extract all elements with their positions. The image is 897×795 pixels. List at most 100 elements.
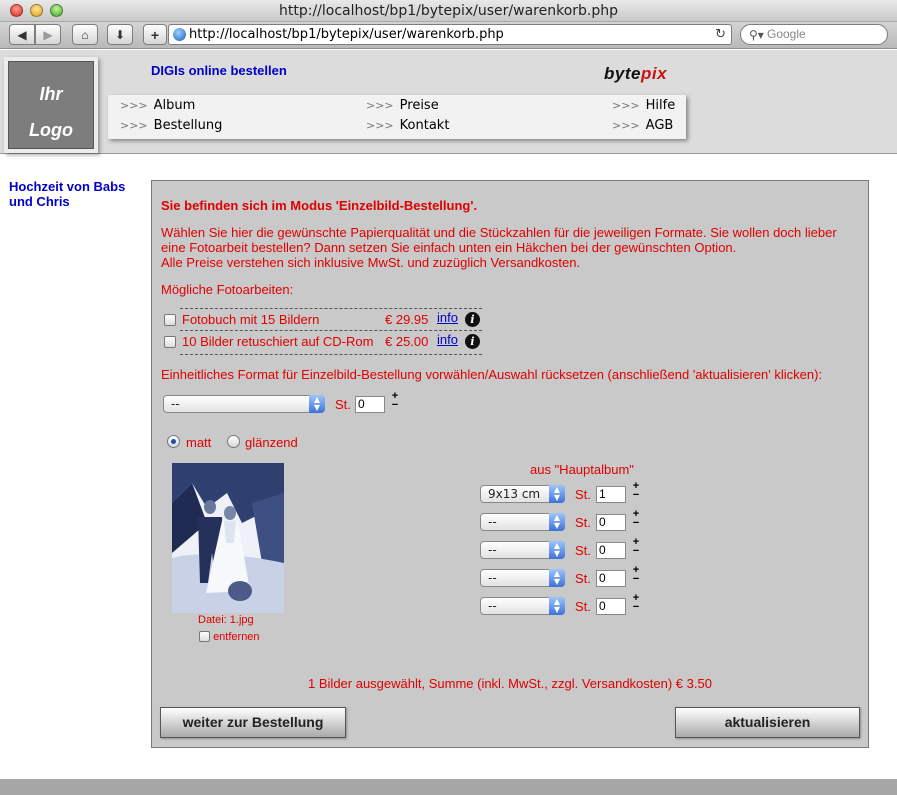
option-checkbox-fotobuch[interactable] xyxy=(164,314,176,326)
main-navigation: >>> Album >>> Preise >>> Hilfe >>> Bestellun… xyxy=(108,95,686,139)
global-qty-stepper[interactable]: + − xyxy=(390,391,400,412)
divider xyxy=(180,308,482,309)
remove-photo-checkbox[interactable] xyxy=(199,631,210,642)
format-value: -- xyxy=(488,543,497,557)
global-format-select[interactable]: -- ▲ ▼ xyxy=(163,395,325,413)
format-value: -- xyxy=(488,571,497,585)
plus-icon: + xyxy=(150,26,160,43)
global-qty-input[interactable]: 0 xyxy=(355,396,385,413)
brand-logo: bytepix xyxy=(604,64,667,84)
home-icon: ⌂ xyxy=(81,27,89,42)
brand-left: byte xyxy=(604,64,641,83)
intro-paragraph: Wählen Sie hier die gewünschte Papierqua… xyxy=(161,225,837,255)
remove-photo-label: entfernen xyxy=(213,631,260,643)
nav-kontakt[interactable]: >>> Kontakt xyxy=(366,118,449,133)
window-title: http://localhost/bp1/bytepix/user/warenk… xyxy=(278,3,619,19)
global-format-label: Einheitliches Format für Einzelbild-Best… xyxy=(161,367,823,382)
window-titlebar: http://localhost/bp1/bytepix/user/warenk… xyxy=(0,0,897,22)
option-checkbox-retusche[interactable] xyxy=(164,336,176,348)
nav-hilfe[interactable]: >>> Hilfe xyxy=(612,98,675,113)
format-value: -- xyxy=(488,599,497,613)
reload-icon[interactable]: ↻ xyxy=(715,25,726,44)
site-logo[interactable]: Ihr Logo xyxy=(4,57,98,153)
qty-label: St. xyxy=(575,487,591,502)
format-qty-input-4[interactable]: 0 xyxy=(596,570,626,587)
format-qty-input-1[interactable]: 1 xyxy=(596,486,626,503)
format-value: -- xyxy=(488,515,497,529)
home-button[interactable]: ⌂ xyxy=(72,24,98,45)
info-icon[interactable]: i xyxy=(465,312,480,327)
option-price: € 25.00 xyxy=(385,334,429,349)
page-footer xyxy=(0,779,897,795)
select-arrows-icon: ▲ ▼ xyxy=(549,485,565,503)
site-slogan: DIGIs online bestellen xyxy=(151,63,287,78)
format-qty-input-5[interactable]: 0 xyxy=(596,598,626,615)
browser-toolbar: ◀ ▶ ⌂ ⬇ + http://localhost/bp1/bytepix/u… xyxy=(0,22,897,49)
photo-source-album: aus "Hauptalbum" xyxy=(530,462,634,477)
album-title: Hochzeit von Babs und Chris xyxy=(9,179,126,209)
nav-bestellung[interactable]: >>> Bestellung xyxy=(120,118,222,133)
search-placeholder: Google xyxy=(767,27,806,41)
qty-label: St. xyxy=(575,571,591,586)
qty-label: St. xyxy=(575,543,591,558)
format-qty-stepper-3[interactable]: + − xyxy=(631,537,641,558)
format-select-4[interactable]: -- ▲ ▼ xyxy=(480,569,565,587)
format-select-3[interactable]: -- ▲ ▼ xyxy=(480,541,565,559)
nav-arrows: >>> xyxy=(366,99,394,112)
photo-filename: Datei: 1.jpg xyxy=(198,614,254,626)
format-qty-input-3[interactable]: 0 xyxy=(596,542,626,559)
nav-bestellung-label: Bestellung xyxy=(153,118,223,133)
format-qty-stepper-5[interactable]: + − xyxy=(631,593,641,614)
format-qty-stepper-1[interactable]: + − xyxy=(631,481,641,502)
select-arrows-icon: ▲ ▼ xyxy=(549,541,565,559)
continue-order-button[interactable]: weiter zur Bestellung xyxy=(160,707,346,738)
nav-album[interactable]: >>> Album xyxy=(120,98,195,113)
info-icon[interactable]: i xyxy=(465,334,480,349)
paper-glossy-label: glänzend xyxy=(245,435,298,450)
divider xyxy=(180,354,482,355)
format-qty-stepper-4[interactable]: + − xyxy=(631,565,641,586)
downloads-button[interactable]: ⬇ xyxy=(107,24,133,45)
select-arrows-icon: ▲ ▼ xyxy=(549,597,565,615)
forward-button[interactable]: ▶ xyxy=(35,24,61,45)
paper-glossy-radio[interactable] xyxy=(227,435,240,448)
site-header: Ihr Logo DIGIs online bestellen bytepix … xyxy=(0,50,897,154)
format-select-2[interactable]: -- ▲ ▼ xyxy=(480,513,565,531)
download-icon: ⬇ xyxy=(114,27,126,42)
order-panel: Sie befinden sich im Modus 'Einzelbild-B… xyxy=(151,180,869,748)
option-row-retusche: 10 Bilder retuschiert auf CD-Rom € 25.00… xyxy=(164,330,482,352)
back-button[interactable]: ◀ xyxy=(9,24,35,45)
option-row-fotobuch: Fotobuch mit 15 Bildern € 29.95 info i xyxy=(164,308,482,330)
search-field[interactable]: ⚲▾ Google xyxy=(740,24,888,45)
nav-arrows: >>> xyxy=(366,119,394,132)
logo-text: Ihr Logo xyxy=(8,61,94,149)
select-arrows-icon: ▲ ▼ xyxy=(549,569,565,587)
add-bookmark-button[interactable]: + xyxy=(143,24,167,45)
option-info-link[interactable]: info xyxy=(437,310,458,325)
global-format-value: -- xyxy=(171,397,180,411)
forward-arrow-icon: ▶ xyxy=(43,27,53,42)
option-label: 10 Bilder retuschiert auf CD-Rom xyxy=(182,334,374,349)
photo-works-label: Mögliche Fotoarbeiten: xyxy=(161,282,294,297)
nav-preise[interactable]: >>> Preise xyxy=(366,98,439,113)
logo-line-2: Logo xyxy=(29,120,73,140)
format-qty-input-2[interactable]: 0 xyxy=(596,514,626,531)
qty-label: St. xyxy=(575,599,591,614)
nav-preise-label: Preise xyxy=(399,98,439,113)
intro-text: Wählen Sie hier die gewünschte Papierqua… xyxy=(161,225,861,270)
option-info-link[interactable]: info xyxy=(437,332,458,347)
globe-icon xyxy=(173,28,186,41)
option-price: € 29.95 xyxy=(385,312,429,327)
mode-heading: Sie befinden sich im Modus 'Einzelbild-B… xyxy=(161,198,478,213)
nav-arrows: >>> xyxy=(120,99,148,112)
nav-album-label: Album xyxy=(153,98,196,113)
format-qty-stepper-2[interactable]: + − xyxy=(631,509,641,530)
address-bar[interactable]: http://localhost/bp1/bytepix/user/warenk… xyxy=(168,24,732,45)
nav-agb[interactable]: >>> AGB xyxy=(612,118,673,133)
back-arrow-icon: ◀ xyxy=(17,27,27,42)
update-button[interactable]: aktualisieren xyxy=(675,707,860,738)
format-select-1[interactable]: 9x13 cm ▲ ▼ xyxy=(480,485,565,503)
paper-matt-radio[interactable] xyxy=(167,435,180,448)
format-select-5[interactable]: -- ▲ ▼ xyxy=(480,597,565,615)
nav-hilfe-label: Hilfe xyxy=(645,98,676,113)
